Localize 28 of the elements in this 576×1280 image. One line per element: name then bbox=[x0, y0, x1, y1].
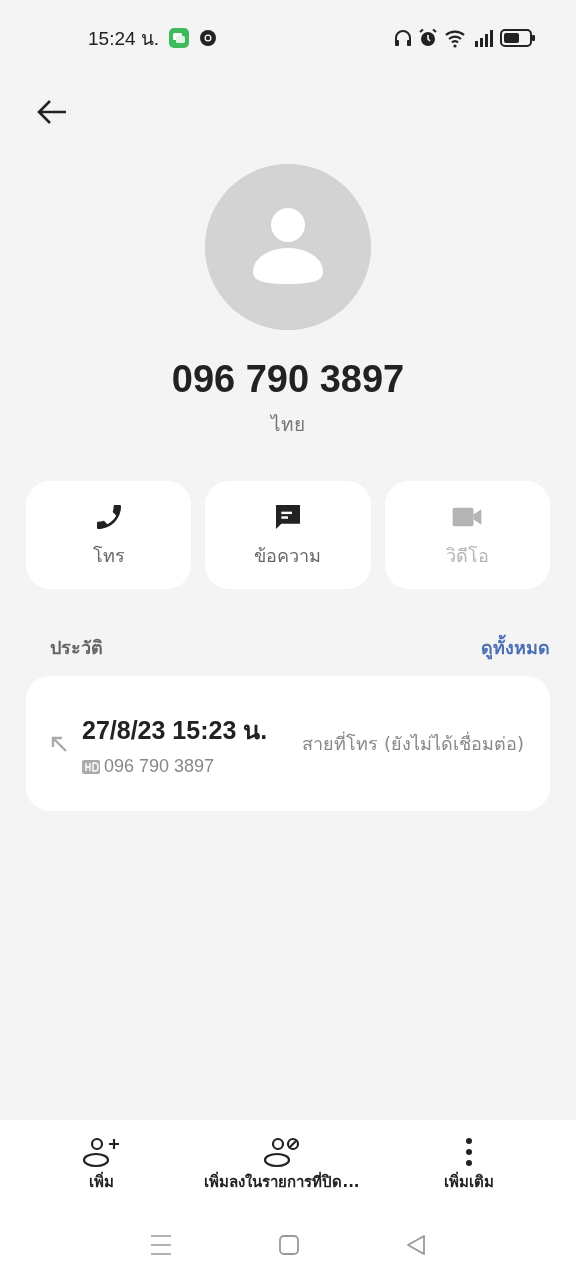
headphones-icon bbox=[394, 29, 412, 47]
battery-icon bbox=[500, 28, 536, 48]
recent-apps-button[interactable] bbox=[149, 1234, 173, 1256]
block-contact-icon bbox=[263, 1136, 301, 1168]
more-icon bbox=[463, 1136, 474, 1168]
call-log-card[interactable]: 27/8/23 15:23 น. 096 790 3897 สายที่โทร (ยังไม่ได้เชื่อมต่อ) bbox=[26, 676, 550, 811]
phone-number: 096 790 3897 bbox=[171, 358, 405, 401]
call-number: 096 790 3897 bbox=[104, 756, 215, 777]
see-all-link[interactable]: ดูทั้งหมด bbox=[481, 633, 550, 662]
back-nav-button[interactable] bbox=[405, 1234, 427, 1256]
signal-icon bbox=[474, 29, 494, 47]
outgoing-call-icon bbox=[50, 734, 68, 753]
block-button[interactable]: เพิ่มลงในรายการที่ปิด... bbox=[198, 1135, 366, 1195]
call-status: สายที่โทร (ยังไม่ได้เชื่อมต่อ) bbox=[302, 730, 524, 756]
chat-app-icon bbox=[169, 28, 190, 48]
location-label: ไทย bbox=[271, 412, 305, 437]
status-time: 15:24 น. bbox=[88, 27, 160, 51]
more-button[interactable]: เพิ่มเติม bbox=[437, 1135, 500, 1195]
hd-icon bbox=[82, 759, 100, 774]
message-button[interactable]: ข้อความ bbox=[205, 481, 371, 589]
home-button[interactable] bbox=[278, 1234, 300, 1256]
call-button[interactable]: โทร bbox=[26, 481, 192, 589]
alarm-icon bbox=[418, 28, 438, 48]
browser-icon bbox=[199, 29, 218, 47]
add-contact-icon bbox=[82, 1136, 121, 1168]
call-datetime: 27/8/23 15:23 น. bbox=[82, 715, 268, 746]
history-heading: ประวัติ bbox=[50, 636, 103, 660]
add-button[interactable]: เพิ่ม bbox=[76, 1135, 127, 1195]
